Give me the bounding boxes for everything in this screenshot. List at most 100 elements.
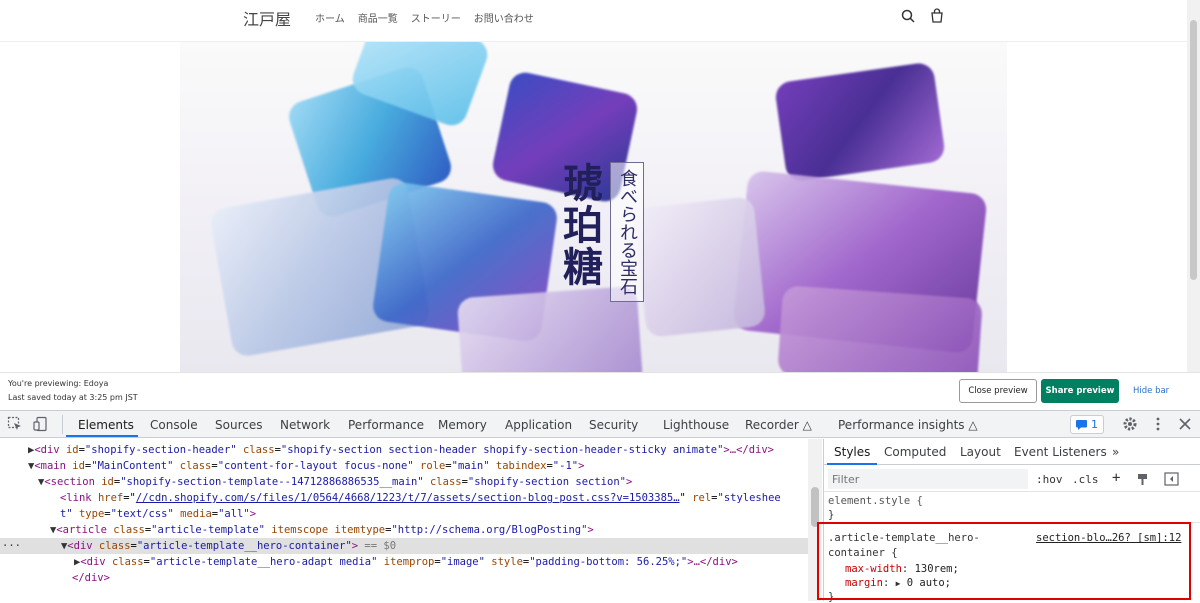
dom-attr-name: class bbox=[429, 476, 462, 488]
tab-styles[interactable]: Styles bbox=[834, 445, 870, 459]
dom-node-close[interactable]: </div> bbox=[72, 570, 822, 586]
hide-bar-link[interactable]: Hide bar bbox=[1133, 386, 1169, 396]
dom-attr-name: type bbox=[78, 508, 105, 520]
dom-node[interactable]: ▼<main id="MainContent" class="content-f… bbox=[28, 458, 822, 474]
issues-count: 1 bbox=[1091, 418, 1098, 431]
dom-attr-name: role bbox=[420, 460, 446, 472]
dom-tree[interactable]: ▶<div id="shopify-section-header" class=… bbox=[0, 439, 822, 601]
dom-attr-value: "image" bbox=[440, 556, 485, 568]
dom-attr-value: "shopify-section-template--1471288688653… bbox=[120, 476, 424, 488]
dom-attr-value: "styleshee bbox=[717, 492, 781, 504]
stylesheet-link[interactable]: //cdn.shopify.com/s/files/1/0564/4668/12… bbox=[136, 492, 680, 504]
dom-attr-value: "MainContent" bbox=[91, 460, 174, 472]
dom-tag: >…</div> bbox=[723, 444, 774, 456]
scrollbar-thumb[interactable] bbox=[1190, 20, 1197, 280]
toggle-sidebar-icon[interactable] bbox=[1164, 472, 1179, 486]
dom-attr-name: class bbox=[179, 460, 212, 472]
crystal-shape bbox=[773, 61, 947, 183]
dom-tag: >…</div> bbox=[687, 556, 738, 568]
nav-story[interactable]: ストーリー bbox=[411, 10, 461, 25]
preview-status: You're previewing: Edoya bbox=[8, 379, 108, 388]
tab-event-listeners[interactable]: Event Listeners bbox=[1014, 445, 1107, 459]
inspect-element-icon[interactable] bbox=[7, 416, 23, 432]
more-options-icon[interactable] bbox=[1150, 416, 1166, 432]
hero-title: 琥珀糖 bbox=[556, 162, 603, 288]
tab-sources[interactable]: Sources bbox=[215, 418, 262, 432]
tab-layout[interactable]: Layout bbox=[960, 445, 1001, 459]
share-preview-button[interactable]: Share preview bbox=[1041, 379, 1119, 403]
dom-tag: > bbox=[578, 460, 585, 472]
device-toolbar-icon[interactable] bbox=[33, 416, 49, 432]
dom-attr-name: itemscope bbox=[271, 524, 329, 536]
styles-filter-input[interactable] bbox=[828, 469, 1028, 489]
dom-attr-value: "article-template" bbox=[151, 524, 265, 536]
dom-node[interactable]: ▼<section id="shopify-section-template--… bbox=[38, 474, 822, 490]
dom-attr-value: "all" bbox=[218, 508, 250, 520]
close-devtools-icon[interactable] bbox=[1177, 416, 1193, 432]
dom-tag: > bbox=[249, 508, 257, 520]
dom-attr-value: "article-template__hero-adapt media" bbox=[149, 556, 378, 568]
dom-attr-value: "padding-bottom: 56.25%;" bbox=[529, 556, 688, 568]
search-icon[interactable] bbox=[900, 8, 916, 24]
tab-security[interactable]: Security bbox=[589, 418, 638, 432]
settings-gear-icon[interactable] bbox=[1122, 416, 1138, 432]
dom-node[interactable]: ▶<div id="shopify-section-header" class=… bbox=[28, 442, 822, 458]
class-toggle[interactable]: .cls bbox=[1072, 473, 1099, 486]
tab-network[interactable]: Network bbox=[280, 418, 330, 432]
dom-attr-value: "article-template__hero-container" bbox=[136, 540, 352, 552]
close-preview-button[interactable]: Close preview bbox=[959, 379, 1037, 403]
toolbar-divider bbox=[62, 415, 63, 434]
devtools-tabbar: Elements Console Sources Network Perform… bbox=[0, 411, 1200, 438]
tab-lighthouse[interactable]: Lighthouse bbox=[663, 418, 729, 432]
dom-attr-value: "main" bbox=[451, 460, 490, 472]
dom-tag: <div bbox=[80, 556, 112, 568]
issues-badge[interactable]: 1 bbox=[1070, 415, 1104, 434]
dom-node-selected[interactable]: ··· ▼<div class="article-template__hero-c… bbox=[0, 538, 808, 554]
store-logo[interactable]: 江戸屋 bbox=[243, 6, 291, 30]
dom-tag: <div bbox=[34, 444, 66, 456]
new-rule-icon[interactable]: + bbox=[1112, 470, 1120, 486]
tab-console[interactable]: Console bbox=[150, 418, 198, 432]
dom-tag: <div bbox=[67, 540, 99, 552]
dom-attr-name: class bbox=[98, 540, 131, 552]
nav-products[interactable]: 商品一覧 bbox=[358, 10, 398, 25]
tab-computed[interactable]: Computed bbox=[884, 445, 946, 459]
nav-home[interactable]: ホーム bbox=[315, 10, 345, 25]
dom-node[interactable]: ▶<div class="article-template__hero-adap… bbox=[74, 554, 822, 570]
tab-performance[interactable]: Performance bbox=[348, 418, 424, 432]
dom-attr-value: "text/css" bbox=[110, 508, 174, 520]
cart-icon[interactable] bbox=[929, 8, 945, 24]
dom-node[interactable]: <link href="//cdn.shopify.com/s/files/1/… bbox=[60, 490, 822, 506]
preview-scrollbar[interactable] bbox=[1187, 0, 1200, 372]
hover-state-toggle[interactable]: :hov bbox=[1036, 473, 1063, 486]
dom-node-continuation[interactable]: t" type="text/css" media="all"> bbox=[60, 506, 822, 522]
scrollbar-thumb[interactable] bbox=[811, 487, 819, 527]
nav-contact[interactable]: お問い合わせ bbox=[474, 10, 534, 25]
dom-tag: <section bbox=[44, 476, 102, 488]
flask-icon: △ bbox=[802, 418, 812, 432]
paint-brush-icon[interactable] bbox=[1136, 473, 1149, 486]
tab-performance-insights-label: Performance insights bbox=[838, 418, 965, 432]
tab-recorder[interactable]: Recorder △ bbox=[745, 418, 812, 432]
element-style-selector: element.style { bbox=[828, 495, 923, 507]
hero-image: 琥珀糖 食べられる宝石 bbox=[180, 42, 1007, 372]
styles-tabbar: Styles Computed Layout Event Listeners » bbox=[824, 439, 1200, 465]
tab-application[interactable]: Application bbox=[505, 418, 572, 432]
active-tab-indicator bbox=[66, 435, 138, 437]
tab-elements[interactable]: Elements bbox=[78, 418, 134, 432]
dom-attr-value: t" bbox=[60, 508, 73, 520]
highlight-annotation-box bbox=[817, 522, 1191, 600]
store-name: Edoya bbox=[83, 379, 109, 388]
dom-tag: <main bbox=[34, 460, 73, 472]
dom-tag: <link bbox=[60, 492, 98, 504]
more-tabs-icon[interactable]: » bbox=[1112, 445, 1119, 459]
dom-node[interactable]: ▼<article class="article-template" items… bbox=[50, 522, 822, 538]
crystal-shape bbox=[633, 196, 767, 338]
main-nav: ホーム 商品一覧 ストーリー お問い合わせ bbox=[315, 10, 534, 25]
dom-attr-value: "http://schema.org/BlogPosting" bbox=[391, 524, 588, 536]
tab-memory[interactable]: Memory bbox=[438, 418, 487, 432]
ellipsis-icon[interactable]: ··· bbox=[2, 540, 21, 552]
dom-attr-name: rel bbox=[692, 492, 712, 504]
tab-performance-insights[interactable]: Performance insights △ bbox=[838, 418, 978, 432]
dom-attr-name: href bbox=[97, 492, 124, 504]
